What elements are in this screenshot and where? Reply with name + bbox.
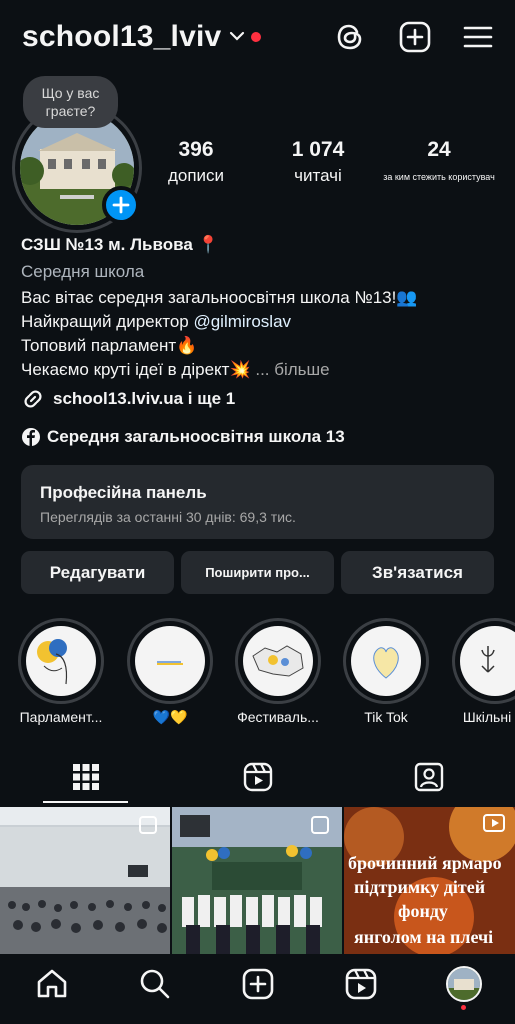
following-count-label: за ким стежить користувач: [383, 172, 495, 182]
username-switcher[interactable]: school13_lviv: [22, 20, 221, 54]
professional-dashboard-subtitle: Переглядів за останні 30 днів: 69,3 тис.: [40, 509, 296, 525]
bottom-navigation: [0, 954, 515, 1024]
profile-avatar[interactable]: [446, 966, 482, 1002]
plus-icon: [112, 196, 130, 214]
highlight-cover: [26, 626, 96, 696]
post-text-line: брочинний ярмаро: [348, 853, 502, 873]
followers-count-label: читачі: [294, 166, 342, 185]
bio-line-1: Вас вітає середня загальноосвітня школа …: [21, 288, 418, 307]
followers-count-value: 1 074: [291, 138, 345, 161]
note-line-1: Що у вас: [41, 85, 100, 101]
post-thumbnail[interactable]: [172, 807, 342, 954]
highlight-cover: [243, 626, 313, 696]
highlight-ring: [235, 618, 321, 704]
following-count[interactable]: 24 за ким стежить користувач: [380, 138, 498, 182]
highlight-tiktok[interactable]: Tik Tok: [343, 618, 429, 725]
tagged-tab-icon[interactable]: [413, 761, 445, 793]
create-icon[interactable]: [241, 967, 275, 1001]
bio-line-4-text: Чекаємо круті ідеї в дірект💥: [21, 360, 251, 379]
bio-line-4: Чекаємо круті ідеї в дірект💥 ... більше: [21, 358, 330, 382]
professional-dashboard-title: Професійна панель: [40, 483, 207, 502]
bio-line-2-text: Найкращий директор: [21, 312, 194, 331]
post-text-line: янголом на плечі: [354, 927, 493, 947]
highlight-ring: [127, 618, 213, 704]
grid-icon[interactable]: [71, 762, 101, 792]
profile-category: Середня школа: [21, 262, 145, 281]
facebook-link[interactable]: Середня загальноосвітня школа 13: [21, 427, 345, 447]
contact-button[interactable]: Зв'язатися: [341, 551, 494, 594]
note-line-2: граєте?: [45, 103, 96, 119]
post-thumbnail[interactable]: брочинний ярмаро підтримку дітей фонду я…: [344, 807, 515, 954]
bio-line-3: Топовий парламент🔥: [21, 336, 198, 355]
facebook-link-text: Середня загальноосвітня школа 13: [47, 427, 345, 446]
bio-line-2: Найкращий директор @gilmiroslav: [21, 310, 291, 334]
reels-tab-icon[interactable]: [242, 761, 274, 793]
highlight-cover: [135, 626, 205, 696]
menu-icon[interactable]: [461, 20, 495, 54]
home-icon[interactable]: [35, 967, 69, 1001]
professional-dashboard[interactable]: Професійна панель Переглядів за останні …: [21, 465, 494, 539]
director-mention-link[interactable]: @gilmiroslav: [193, 312, 291, 331]
post-text-line: фонду: [398, 901, 448, 921]
profile-name: СЗШ №13 м. Львова 📍: [21, 235, 219, 254]
highlight-label: Tik Tok: [364, 709, 408, 725]
highlight-label: Парламент...: [19, 709, 103, 725]
chevron-down-icon[interactable]: [229, 28, 245, 44]
highlight-ring: [452, 618, 515, 704]
post-text-line: підтримку дітей: [354, 877, 485, 897]
notification-dot: [251, 32, 261, 42]
website-link-text: school13.lviv.ua і ще 1: [53, 389, 236, 408]
posts-count-label: дописи: [167, 166, 225, 185]
followers-count[interactable]: 1 074 читачі: [278, 138, 358, 186]
highlight-label: Фестиваль...: [237, 709, 319, 725]
highlight-ring: [18, 618, 104, 704]
notification-dot: [461, 1005, 466, 1010]
highlight-label: 💙💛: [152, 709, 188, 725]
following-count-value: 24: [427, 138, 451, 161]
highlight-festival[interactable]: Фестиваль...: [235, 618, 321, 725]
profile-tabs: [0, 756, 515, 804]
highlight-school[interactable]: Шкільні гу: [452, 618, 515, 725]
highlight-cover: [460, 626, 515, 696]
website-link[interactable]: school13.lviv.ua і ще 1: [21, 387, 235, 411]
link-icon: [24, 390, 42, 408]
post-thumbnail[interactable]: [0, 807, 170, 954]
create-icon[interactable]: [398, 20, 432, 54]
edit-profile-button[interactable]: Редагувати: [21, 551, 174, 594]
highlight-ring: [343, 618, 429, 704]
active-tab-indicator: [43, 801, 128, 803]
top-bar: school13_lviv: [0, 0, 515, 78]
highlight-hearts[interactable]: 💙💛: [127, 618, 213, 726]
threads-icon[interactable]: [333, 20, 367, 54]
add-story-button[interactable]: [102, 186, 140, 224]
posts-count-value: 396: [178, 138, 214, 161]
reels-icon[interactable]: [344, 967, 378, 1001]
facebook-icon: [22, 428, 40, 446]
bio-more-link[interactable]: ... більше: [255, 360, 329, 379]
highlight-cover: [351, 626, 421, 696]
search-icon[interactable]: [138, 967, 172, 1001]
note-bubble[interactable]: Що у вас граєте?: [23, 76, 118, 128]
highlight-label: Шкільні гу: [462, 709, 515, 725]
posts-count[interactable]: 396 дописи: [160, 138, 232, 186]
share-profile-button[interactable]: Поширити про...: [181, 551, 334, 594]
highlight-parliament[interactable]: Парламент...: [18, 618, 104, 725]
